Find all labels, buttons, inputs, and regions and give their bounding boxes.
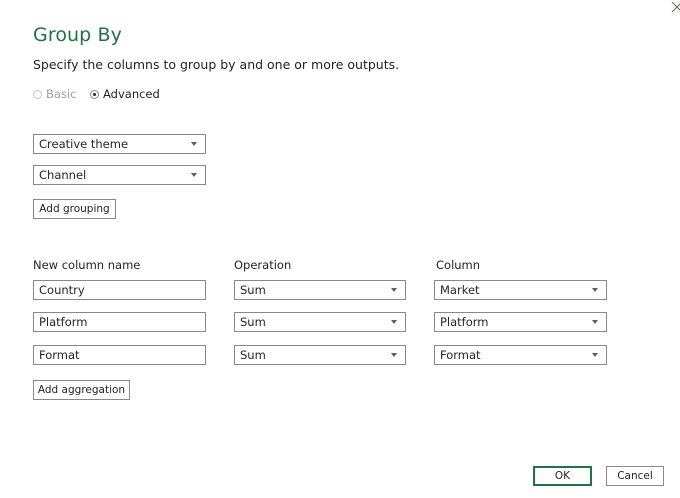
header-new-column-name: New column name bbox=[33, 258, 141, 272]
new-column-name-input-3[interactable]: Format bbox=[33, 345, 206, 365]
column-select-2[interactable]: Platform bbox=[434, 312, 607, 332]
column-select-1-value: Market bbox=[440, 283, 480, 297]
dialog-subtitle: Specify the columns to group by and one … bbox=[33, 57, 400, 72]
column-select-2-value: Platform bbox=[440, 315, 489, 329]
chevron-down-icon bbox=[592, 353, 598, 357]
radio-advanced-circle[interactable] bbox=[90, 89, 99, 99]
column-select-1[interactable]: Market bbox=[434, 280, 607, 300]
chevron-down-icon bbox=[191, 173, 197, 177]
radio-basic-circle[interactable] bbox=[33, 89, 42, 99]
close-icon[interactable] bbox=[670, 0, 680, 14]
cancel-button[interactable]: Cancel bbox=[606, 466, 664, 486]
operation-select-1[interactable]: Sum bbox=[234, 280, 406, 300]
operation-select-2[interactable]: Sum bbox=[234, 312, 406, 332]
add-aggregation-button[interactable]: Add aggregation bbox=[33, 380, 130, 400]
operation-select-3[interactable]: Sum bbox=[234, 345, 406, 365]
radio-advanced-label: Advanced bbox=[103, 87, 160, 101]
chevron-down-icon bbox=[592, 288, 598, 292]
group-by-dialog: Group By Specify the columns to group by… bbox=[0, 0, 680, 498]
group-by-select-2[interactable]: Channel bbox=[33, 165, 206, 185]
chevron-down-icon bbox=[191, 142, 197, 146]
group-by-select-1[interactable]: Creative theme bbox=[33, 134, 206, 154]
radio-advanced[interactable]: Advanced bbox=[90, 87, 160, 101]
group-by-select-2-value: Channel bbox=[39, 168, 87, 182]
operation-select-3-value: Sum bbox=[240, 348, 266, 362]
dialog-title: Group By bbox=[33, 24, 122, 46]
column-select-3[interactable]: Format bbox=[434, 345, 607, 365]
column-select-3-value: Format bbox=[440, 348, 481, 362]
chevron-down-icon bbox=[391, 288, 397, 292]
radio-basic-label: Basic bbox=[46, 87, 77, 101]
radio-basic[interactable]: Basic bbox=[33, 87, 76, 101]
chevron-down-icon bbox=[391, 353, 397, 357]
add-grouping-button[interactable]: Add grouping bbox=[33, 199, 116, 219]
header-operation: Operation bbox=[234, 258, 292, 272]
new-column-name-input-1[interactable]: Country bbox=[33, 280, 206, 300]
group-by-select-1-value: Creative theme bbox=[39, 137, 129, 151]
new-column-name-input-2[interactable]: Platform bbox=[33, 312, 206, 332]
chevron-down-icon bbox=[391, 320, 397, 324]
header-column: Column bbox=[436, 258, 481, 272]
ok-button[interactable]: OK bbox=[533, 466, 592, 486]
operation-select-2-value: Sum bbox=[240, 315, 266, 329]
chevron-down-icon bbox=[592, 320, 598, 324]
operation-select-1-value: Sum bbox=[240, 283, 266, 297]
